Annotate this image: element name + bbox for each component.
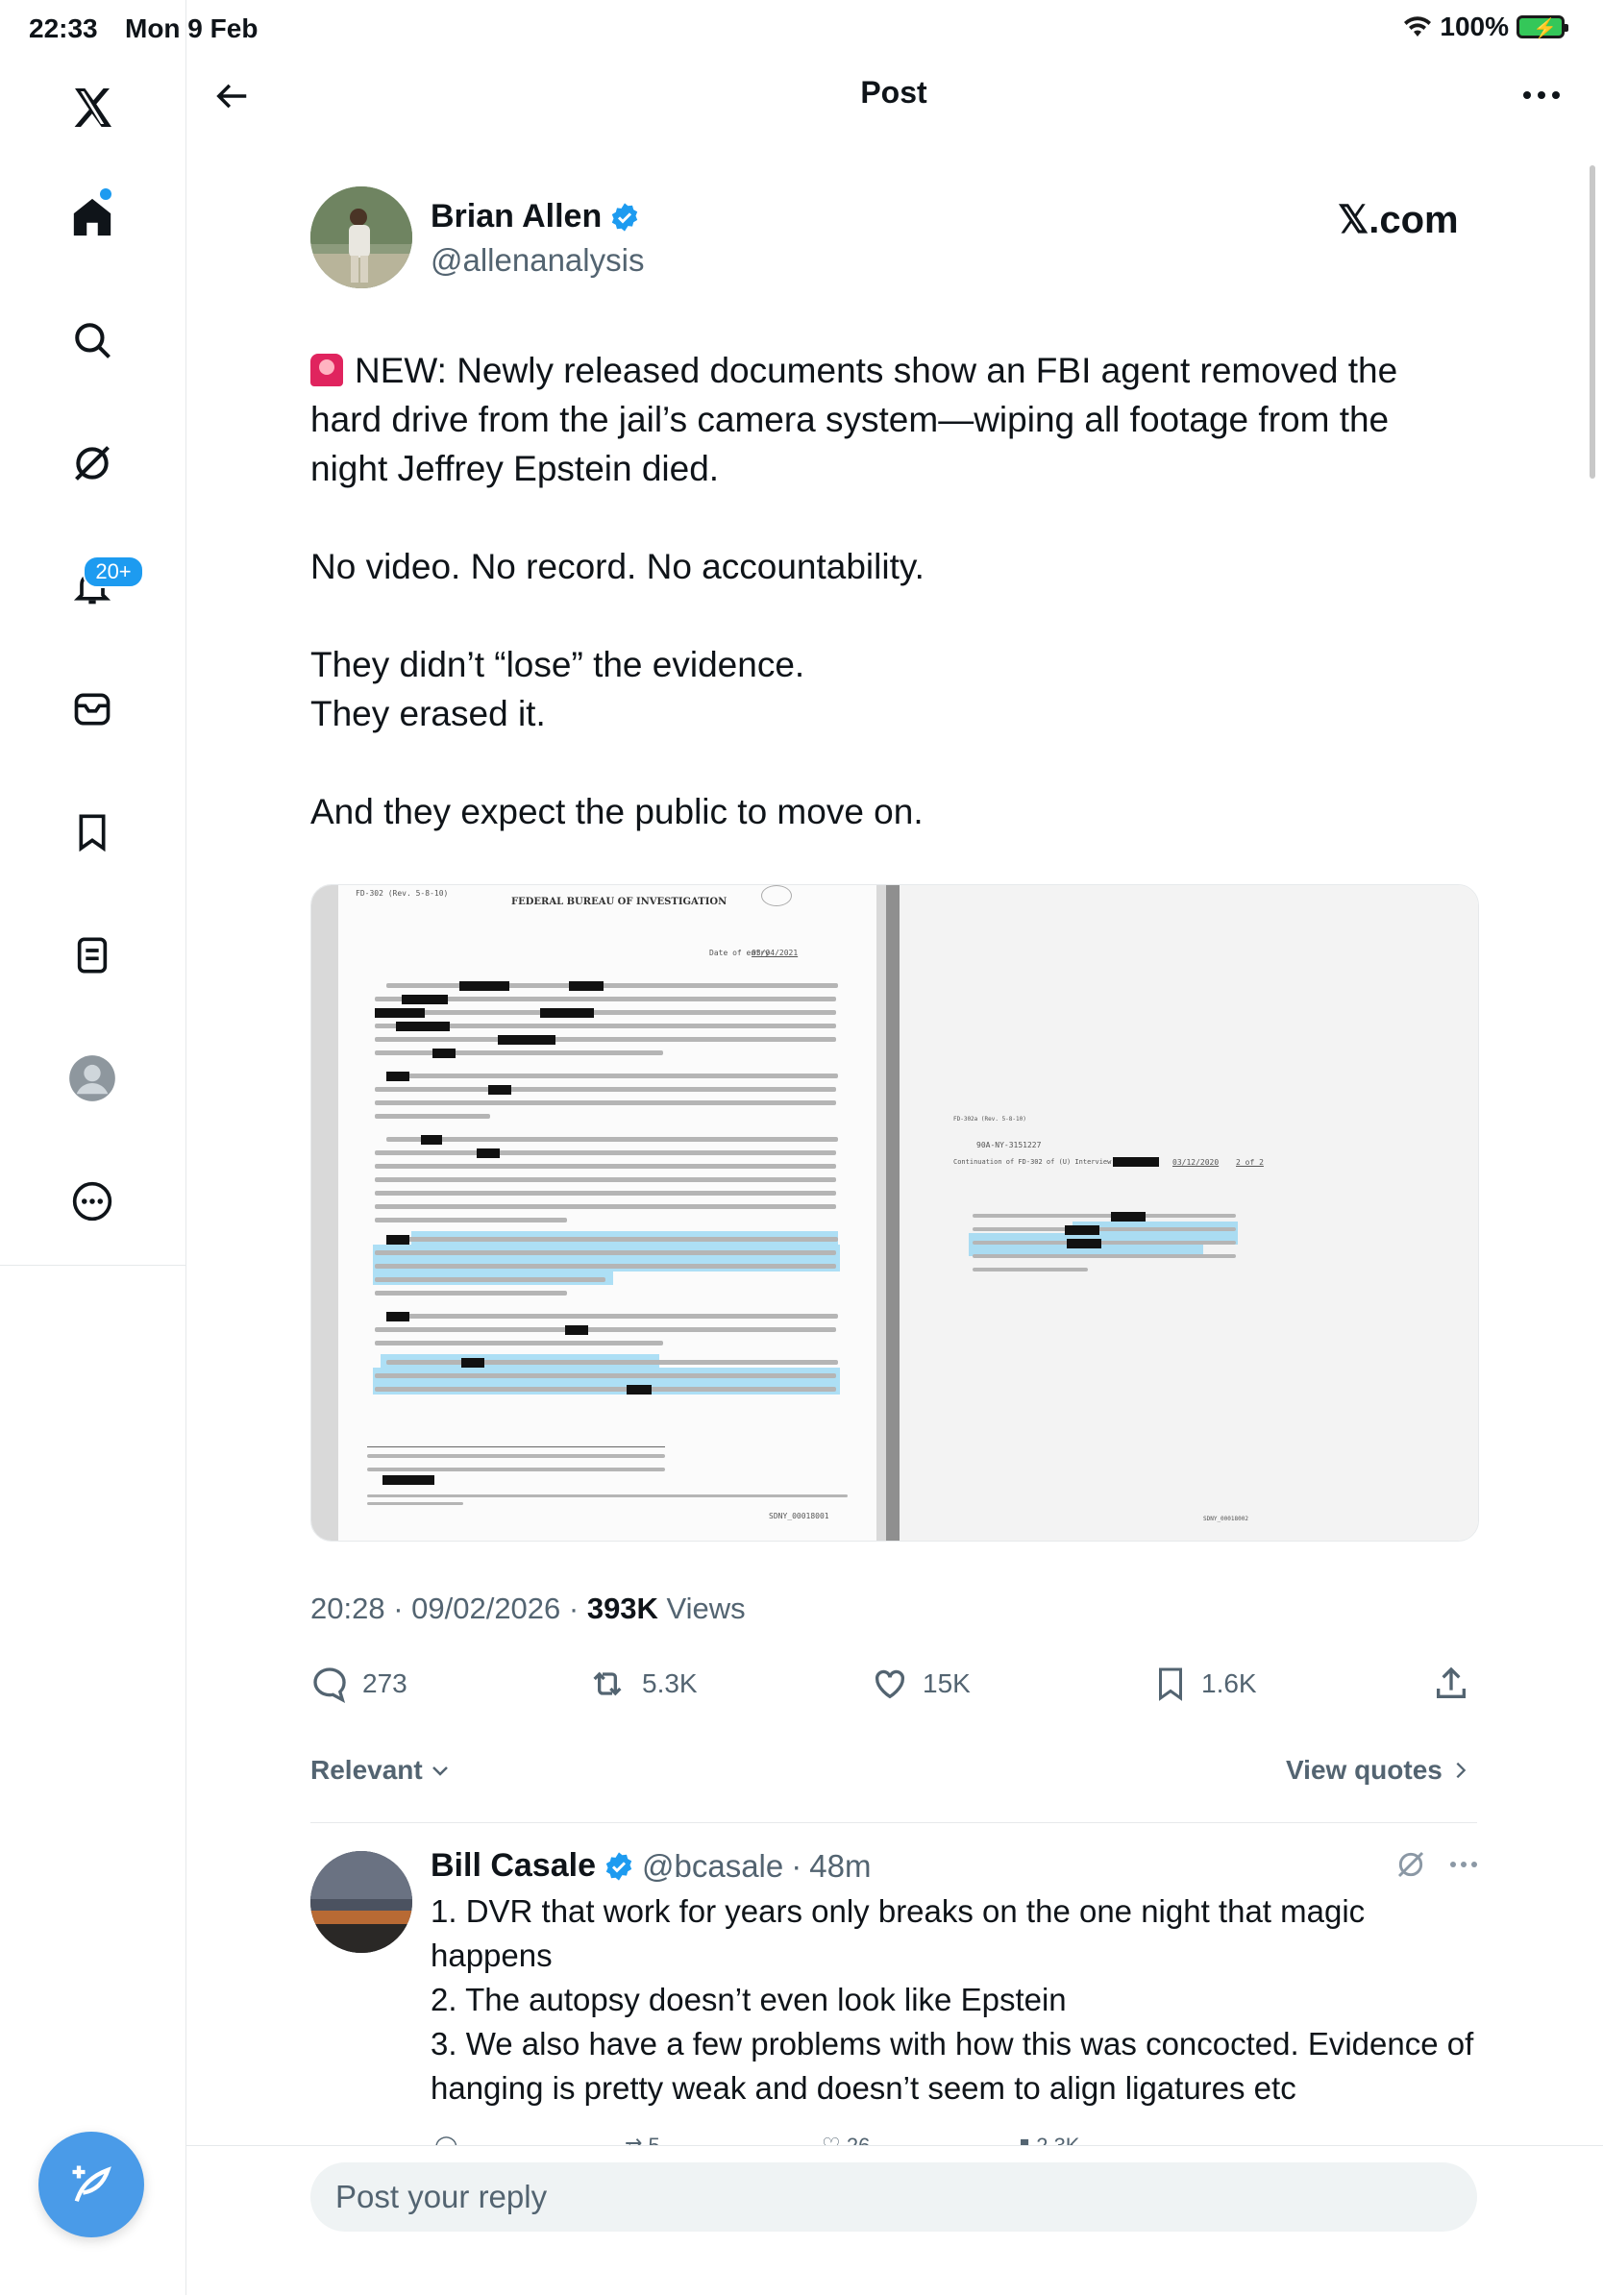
share-icon <box>1437 1666 1466 1698</box>
author-avatar[interactable] <box>310 186 412 288</box>
post-media[interactable]: FD-302 (Rev. 5-8-10) FEDERAL BUREAU OF I… <box>310 884 1479 1542</box>
reply-header: Bill Casale @bcasale · 48m <box>431 1847 872 1885</box>
doc-title: FEDERAL BUREAU OF INVESTIGATION <box>511 897 728 907</box>
compose-post-button[interactable] <box>38 2132 144 2237</box>
reply-line: 3. We also have a few problems with how … <box>431 2026 1474 2106</box>
home-icon[interactable] <box>58 183 127 252</box>
battery-percent: 100% <box>1440 12 1509 41</box>
scrollbar[interactable] <box>1590 165 1595 479</box>
reply-button[interactable]: 273 <box>310 1657 407 1711</box>
status-right: 100% ⚡ <box>1403 12 1568 42</box>
like-button[interactable]: 15K <box>871 1657 971 1711</box>
post-paragraph: They didn’t “lose” the evidence. <box>310 645 805 684</box>
doc-right-date: 03/12/2020 <box>1172 1158 1220 1167</box>
doc-right-form: FD-302a (Rev. 5-8-10) <box>953 1116 1026 1123</box>
source-label[interactable]: 𝕏.com <box>1338 198 1459 242</box>
bookmark-icon <box>1159 1667 1182 1701</box>
lists-icon[interactable] <box>58 921 127 990</box>
reply-author-handle[interactable]: @bcasale <box>642 1848 783 1885</box>
bookmark-button[interactable]: 1.6K <box>1153 1657 1257 1711</box>
verified-badge-icon <box>605 1851 632 1881</box>
repost-icon <box>593 1671 622 1696</box>
view-quotes-label: View quotes <box>1286 1755 1443 1785</box>
doc-date: 03/04/2021 <box>752 949 799 957</box>
profile-icon[interactable] <box>58 1044 127 1113</box>
reply-time[interactable]: 48m <box>809 1848 871 1885</box>
reply-author-name[interactable]: Bill Casale <box>431 1847 596 1885</box>
views-label: Views <box>657 1592 746 1625</box>
doc-right-file: 90A-NY-3151227 <box>976 1141 1042 1149</box>
notifications-badge: 20+ <box>83 555 144 588</box>
document-image-right[interactable]: FD-302a (Rev. 5-8-10) 90A-NY-3151227 Con… <box>900 885 1478 1541</box>
post-body: NEW: Newly released documents show an FB… <box>310 346 1454 885</box>
divider <box>310 1822 1477 1823</box>
chevron-down-icon <box>432 1766 448 1776</box>
reply-line: 2. The autopsy doesn’t even look like Ep… <box>431 1982 1067 2017</box>
battery-icon: ⚡ <box>1517 15 1568 39</box>
reply-icon <box>313 1667 346 1703</box>
bookmark-count: 1.6K <box>1201 1668 1257 1698</box>
doc-footer-id: SDNY_00018001 <box>769 1512 829 1520</box>
post-paragraph: No video. No record. No accountability. <box>310 547 925 586</box>
bookmarks-icon[interactable] <box>58 798 127 867</box>
post-more-button[interactable] <box>1515 73 1568 117</box>
like-count: 15K <box>923 1668 971 1698</box>
author-name[interactable]: Brian Allen <box>431 198 602 235</box>
doc-right-page: 2 of 2 <box>1236 1158 1264 1167</box>
doc-right-cont: Continuation of FD-302 of (U) Interview … <box>953 1158 1124 1166</box>
reply-body: 1. DVR that work for years only breaks o… <box>431 1889 1488 2111</box>
heart-icon <box>875 1669 905 1699</box>
reply-input[interactable]: Post your reply <box>310 2162 1477 2232</box>
verified-badge-icon <box>612 202 638 232</box>
page-title: Post <box>860 75 927 110</box>
fbi-seal-icon <box>761 885 792 906</box>
grok-icon[interactable] <box>1395 1849 1426 1880</box>
sort-label: Relevant <box>310 1755 423 1785</box>
sort-dropdown[interactable]: Relevant <box>310 1755 452 1786</box>
more-horizontal-icon <box>1523 91 1560 99</box>
post-meta: 20:28 · 09/02/2026 · 393K Views <box>310 1592 746 1626</box>
repost-count: 5.3K <box>642 1668 698 1698</box>
document-image-left[interactable]: FD-302 (Rev. 5-8-10) FEDERAL BUREAU OF I… <box>311 885 890 1541</box>
reply-icons <box>1395 1849 1478 1880</box>
share-button[interactable] <box>1432 1657 1470 1711</box>
rail-divider <box>0 1265 185 1266</box>
repost-button[interactable]: 5.3K <box>586 1657 698 1711</box>
views-count: 393K <box>586 1592 658 1625</box>
post-paragraph: They erased it. <box>310 694 546 733</box>
compose-quill-icon <box>72 2165 111 2203</box>
search-icon[interactable] <box>58 306 127 375</box>
author-name-row[interactable]: Brian Allen <box>431 198 640 235</box>
doc-right-footer-id: SDNY_00018002 <box>1203 1516 1248 1522</box>
reply-line: 1. DVR that work for years only breaks o… <box>431 1893 1366 1973</box>
doc-form-label: FD-302 (Rev. 5-8-10) <box>356 889 449 898</box>
grok-icon[interactable] <box>58 429 127 498</box>
wifi-icon <box>1404 16 1432 37</box>
post-timestamp[interactable]: 20:28 · 09/02/2026 · <box>310 1592 587 1625</box>
more-icon[interactable] <box>58 1167 127 1236</box>
reply-count: 273 <box>362 1668 407 1698</box>
messages-icon[interactable] <box>58 675 127 744</box>
chevron-right-icon <box>1456 1762 1467 1779</box>
reply-avatar[interactable] <box>310 1851 412 1953</box>
author-handle[interactable]: @allenanalysis <box>431 242 644 279</box>
view-quotes-link[interactable]: View quotes <box>1286 1755 1471 1786</box>
home-unread-dot <box>100 188 111 200</box>
post-paragraph: And they expect the public to move on. <box>310 792 924 831</box>
more-horizontal-icon[interactable] <box>1449 1861 1478 1868</box>
siren-icon <box>310 354 343 386</box>
post-paragraph: NEW: Newly released documents show an FB… <box>310 351 1398 488</box>
